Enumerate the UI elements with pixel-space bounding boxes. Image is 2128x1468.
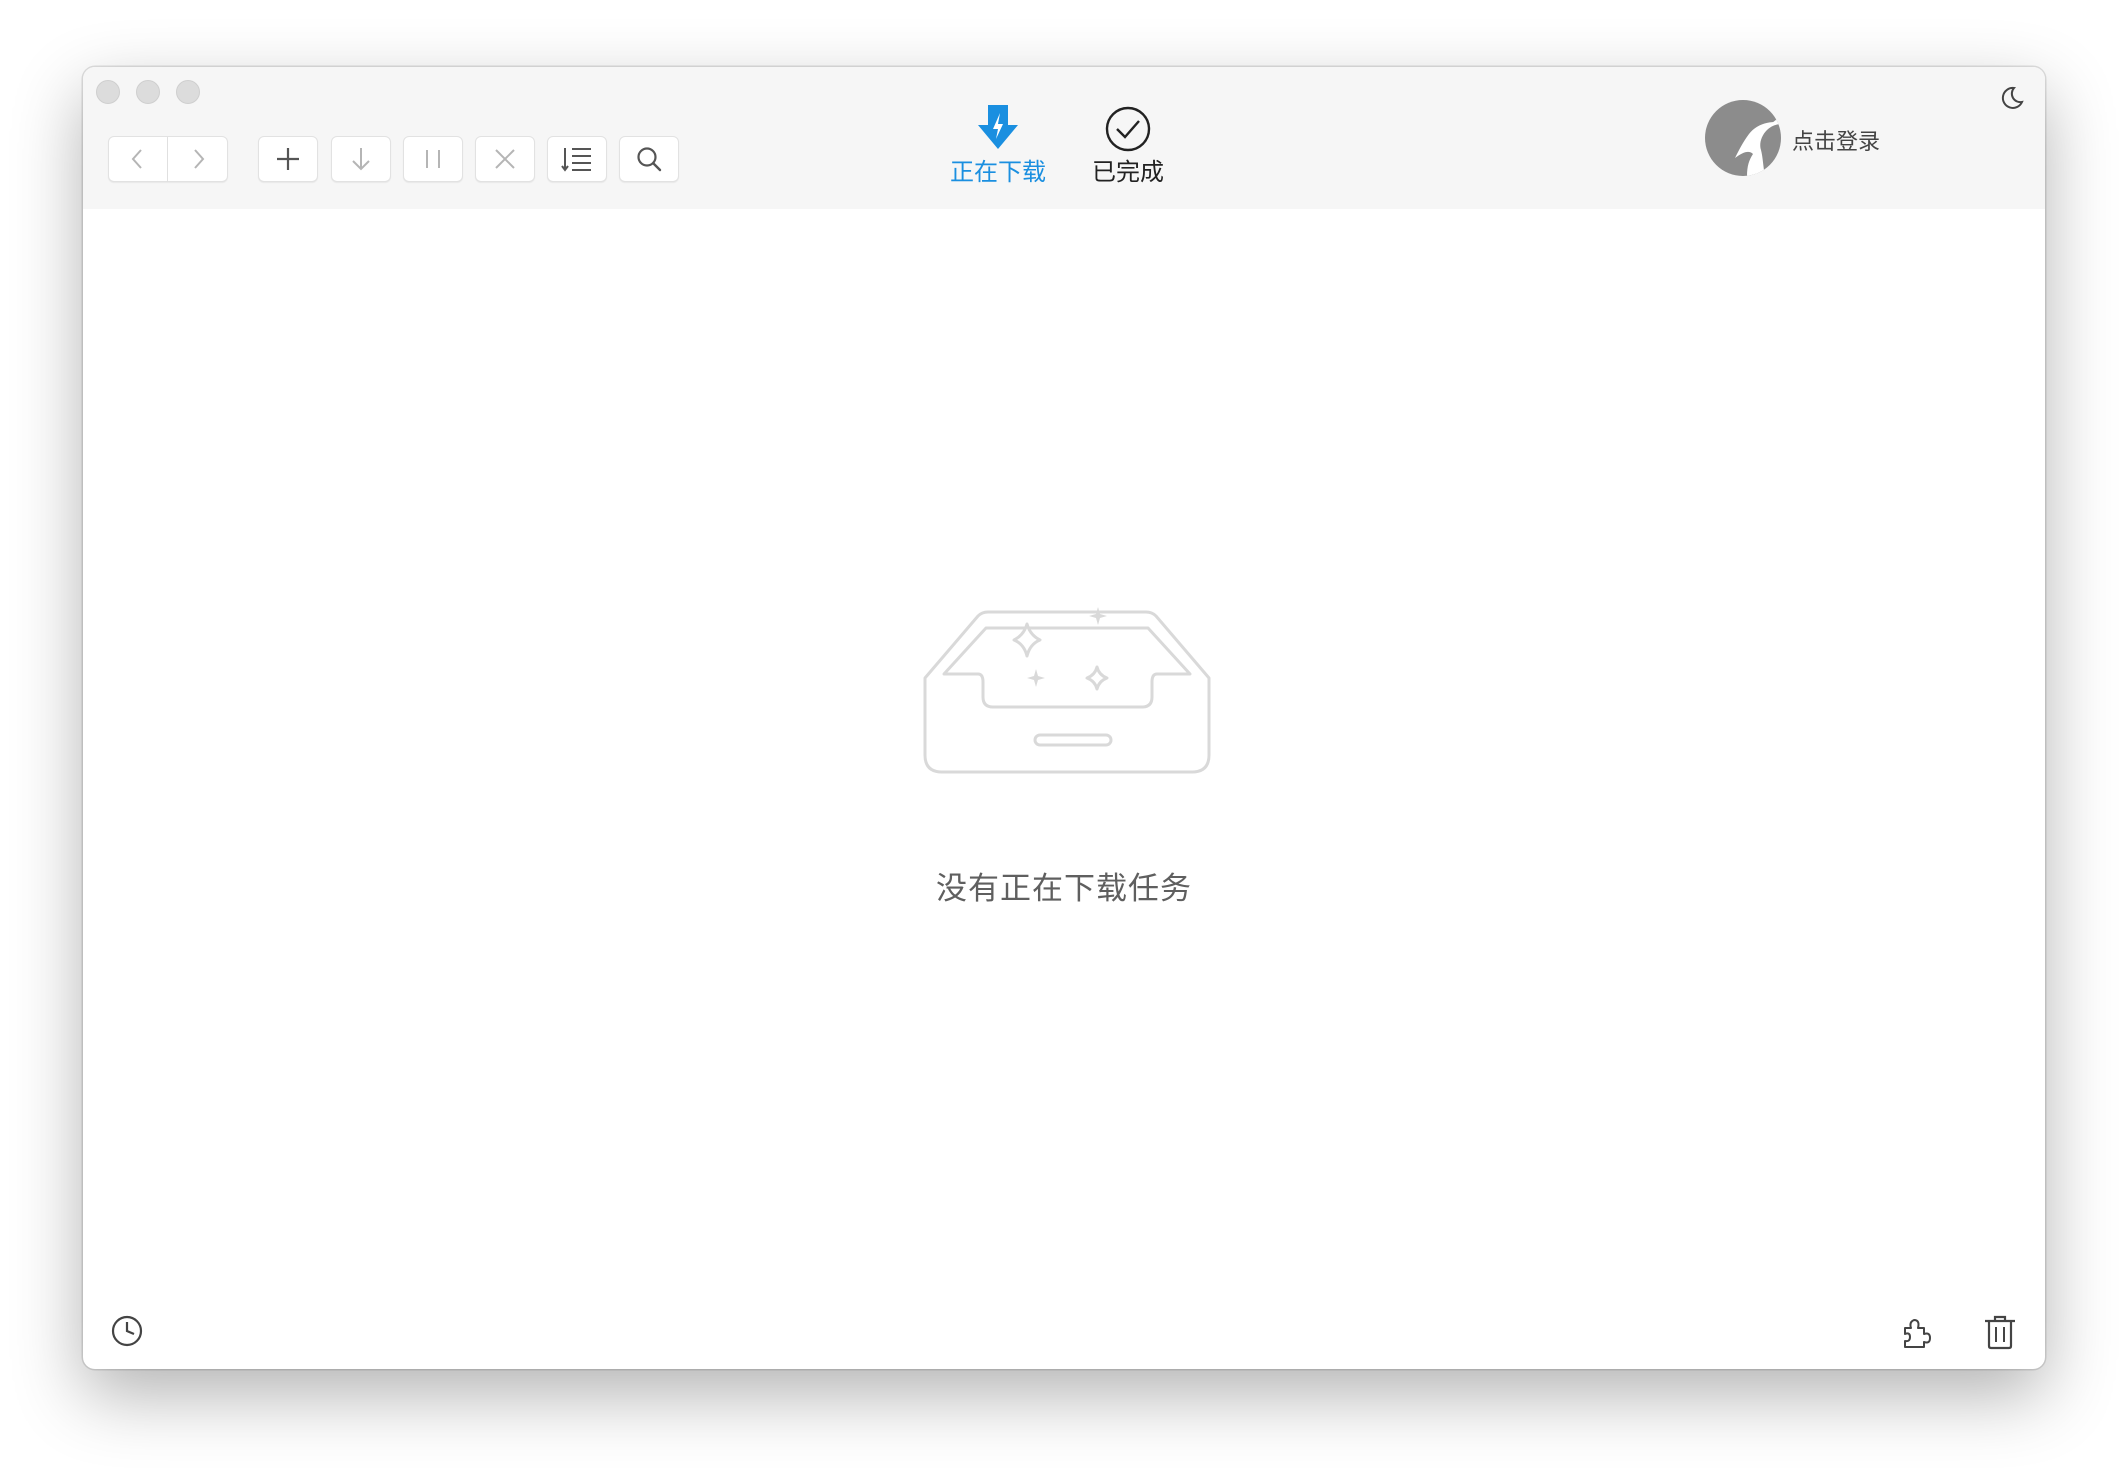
puzzle-icon bbox=[1904, 1319, 1931, 1348]
delete-button[interactable] bbox=[475, 136, 535, 182]
delete-group bbox=[475, 136, 535, 182]
trash-icon bbox=[1985, 1315, 2015, 1350]
forward-button[interactable] bbox=[168, 136, 228, 182]
arrow-down-icon bbox=[352, 148, 370, 171]
back-button[interactable] bbox=[108, 136, 168, 182]
clock-icon bbox=[111, 1315, 143, 1347]
tab-downloading[interactable]: 正在下载 bbox=[938, 99, 1058, 187]
search-group bbox=[619, 136, 679, 182]
empty-state-message: 没有正在下载任务 bbox=[936, 871, 1192, 907]
theme-toggle[interactable] bbox=[1998, 84, 2026, 117]
window-close-button[interactable] bbox=[96, 80, 120, 104]
download-bolt-icon bbox=[978, 105, 1018, 149]
tab-completed[interactable]: 已完成 bbox=[1068, 99, 1188, 187]
trash-button[interactable] bbox=[1983, 1314, 2017, 1355]
history-button[interactable] bbox=[110, 1314, 144, 1353]
pause-group bbox=[403, 136, 463, 182]
empty-state-illustration bbox=[920, 532, 1216, 787]
search-button[interactable] bbox=[619, 136, 679, 182]
navigation-group bbox=[108, 136, 228, 182]
chevron-left-icon bbox=[131, 149, 142, 169]
user-avatar[interactable] bbox=[1705, 100, 1781, 176]
sort-button[interactable] bbox=[547, 136, 607, 182]
start-download-button[interactable] bbox=[331, 136, 391, 182]
login-link[interactable]: 点击登录 bbox=[1792, 124, 1880, 156]
sort-group bbox=[547, 136, 607, 182]
tab-downloading-label: 正在下载 bbox=[950, 158, 1046, 186]
plugins-button[interactable] bbox=[1899, 1314, 1935, 1355]
search-icon bbox=[637, 147, 662, 172]
moon-icon bbox=[2001, 86, 2024, 109]
hummingbird-avatar bbox=[1735, 116, 1781, 176]
start-group bbox=[331, 136, 391, 182]
window-minimize-button[interactable] bbox=[136, 80, 160, 104]
pause-icon bbox=[426, 150, 440, 168]
empty-inbox-illustration bbox=[923, 607, 1211, 774]
chevron-right-icon bbox=[193, 149, 204, 169]
add-group bbox=[258, 136, 318, 182]
app-window: 正在下载 已完成 点击登录 没有正在下载任务 bbox=[83, 67, 2045, 1369]
pause-button[interactable] bbox=[403, 136, 463, 182]
tab-completed-label: 已完成 bbox=[1092, 158, 1164, 186]
title-toolbar: 正在下载 已完成 点击登录 bbox=[83, 67, 2045, 209]
check-circle-icon bbox=[1105, 106, 1151, 152]
list-sort-icon bbox=[561, 148, 591, 172]
close-icon bbox=[495, 149, 515, 169]
window-zoom-button[interactable] bbox=[176, 80, 200, 104]
add-task-button[interactable] bbox=[258, 136, 318, 182]
plus-icon bbox=[277, 148, 299, 170]
